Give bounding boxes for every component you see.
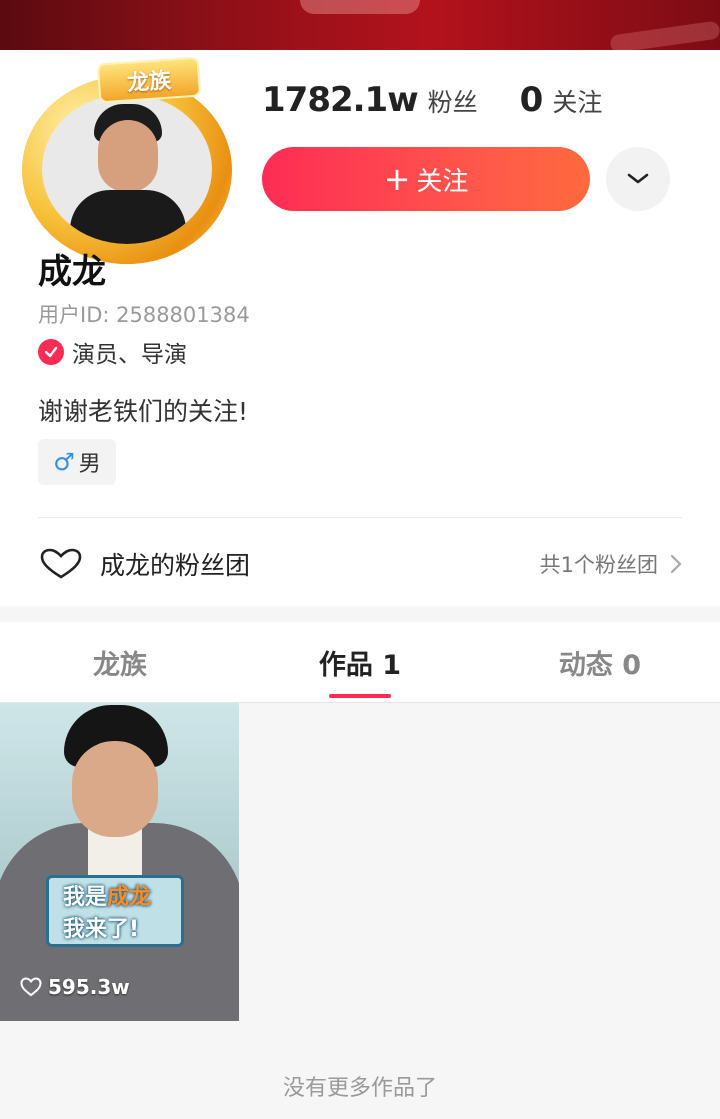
bio: 谢谢老铁们的关注!: [38, 397, 249, 426]
video-caption-card: 我是成龙 我来了!: [46, 875, 184, 947]
more-options-button[interactable]: [606, 147, 670, 211]
heart-icon: [20, 977, 42, 997]
tab-dragon-clan[interactable]: 龙族: [0, 622, 240, 702]
gender-tag: ♂ 男: [38, 439, 116, 485]
male-icon: ♂: [53, 448, 75, 476]
profile-stats: 1782.1w 粉丝 0 关注: [262, 80, 602, 120]
avatar[interactable]: 龙族: [22, 56, 236, 268]
fan-club-title: 成龙的粉丝团: [100, 551, 251, 580]
caption-text: 我来了!: [63, 917, 140, 942]
divider: [38, 517, 682, 518]
profile-tabs: 龙族 作品 1 动态 0: [0, 622, 720, 703]
tab-moments[interactable]: 动态 0: [480, 622, 720, 702]
following-count[interactable]: 0: [520, 80, 544, 120]
profile-name: 成龙: [38, 252, 106, 292]
works-grid: 我是成龙 我来了! 595.3w: [0, 703, 720, 1021]
chevron-right-icon: [670, 554, 682, 574]
plus-icon: +: [383, 160, 411, 198]
gender-label: 男: [78, 452, 101, 477]
like-count: 595.3w: [20, 975, 130, 999]
profile-card: 龙族 1782.1w 粉丝 0 关注 + 关注 成龙 用户ID: 2588801…: [0, 50, 720, 606]
fan-club-row[interactable]: 成龙的粉丝团 共1个粉丝团: [38, 538, 682, 590]
caption-highlight: 成龙: [107, 885, 152, 910]
banner-decoration: [300, 0, 420, 14]
banner-decoration: [609, 20, 720, 54]
like-count-value: 595.3w: [48, 975, 130, 999]
active-tab-indicator: [329, 694, 391, 698]
chevron-down-icon: [627, 173, 649, 184]
following-label[interactable]: 关注: [552, 83, 602, 119]
heart-outline-icon: [40, 548, 82, 579]
follow-button-label: 关注: [416, 166, 469, 197]
dragon-clan-badge: 龙族: [96, 56, 202, 104]
tab-works[interactable]: 作品 1: [240, 622, 480, 702]
verification-row: 演员、导演: [38, 335, 187, 369]
user-id[interactable]: 用户ID: 2588801384: [38, 299, 250, 329]
verified-check-icon: [38, 339, 64, 365]
work-thumbnail[interactable]: 我是成龙 我来了! 595.3w: [0, 703, 239, 1021]
caption-text: 我是: [63, 885, 108, 910]
fan-club-count: 共1个粉丝团: [539, 553, 658, 577]
follow-button[interactable]: + 关注: [262, 147, 590, 211]
no-more-works: 没有更多作品了: [282, 1076, 437, 1101]
avatar-photo: [42, 94, 212, 244]
followers-count[interactable]: 1782.1w: [262, 80, 419, 120]
followers-label[interactable]: 粉丝: [428, 83, 478, 119]
verification-text: 演员、导演: [72, 342, 187, 368]
